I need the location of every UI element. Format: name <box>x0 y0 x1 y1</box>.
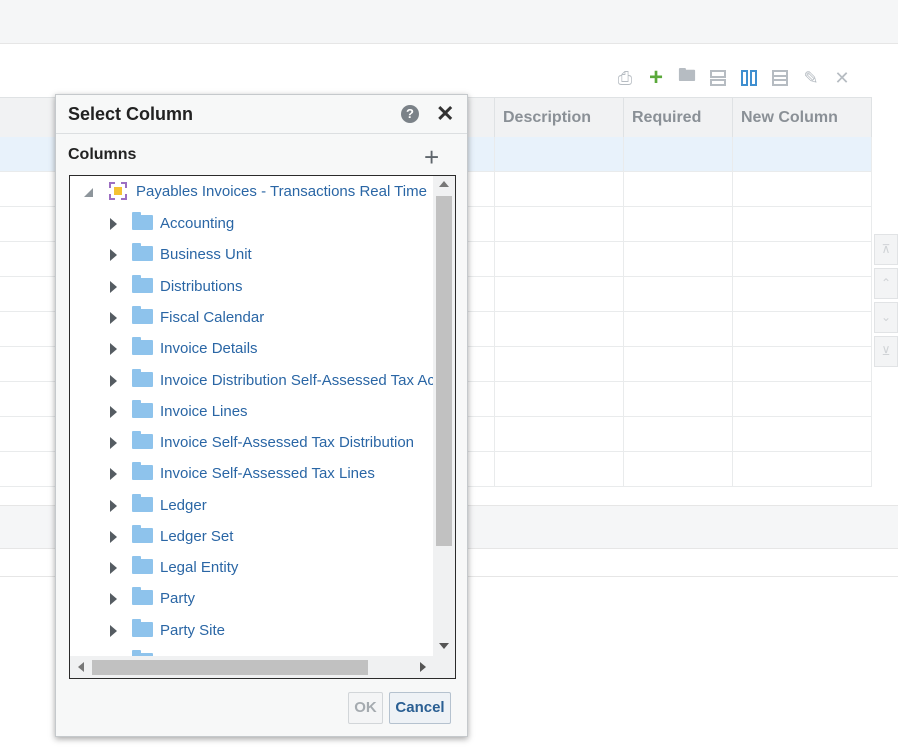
move-bottom-icon[interactable]: ⊻ <box>874 336 898 367</box>
help-icon[interactable]: ? <box>401 105 419 123</box>
tree-item-label[interactable]: Distributions <box>160 278 243 295</box>
expand-triangle-icon[interactable] <box>110 218 117 230</box>
header-required[interactable]: Required <box>623 98 732 137</box>
header-description[interactable]: Description <box>494 98 623 137</box>
tree-item[interactable]: Invoice Lines <box>70 400 433 423</box>
folder-icon <box>132 400 153 418</box>
folder-icon <box>132 619 153 637</box>
tree-item-label[interactable]: Business Unit <box>160 246 252 263</box>
tree-root-node[interactable]: Payables Invoices - Transactions Real Ti… <box>70 181 433 203</box>
vertical-scrollbar[interactable] <box>433 176 455 656</box>
rows-icon[interactable] <box>705 65 731 91</box>
edit-icon[interactable]: ✎ <box>798 65 824 91</box>
tree-item[interactable]: Ledger <box>70 494 433 517</box>
folder-icon <box>132 431 153 449</box>
expand-triangle-icon[interactable] <box>110 281 117 293</box>
tree-item-label[interactable]: Invoice Self-Assessed Tax Lines <box>160 465 375 482</box>
scrollbar-thumb[interactable] <box>436 196 452 546</box>
close-icon[interactable]: ✕ <box>436 101 454 127</box>
folder-icon <box>132 494 153 512</box>
tree-item-label[interactable]: Invoice Lines <box>160 403 248 420</box>
tree-item-label[interactable]: Invoice Details <box>160 340 258 357</box>
horizontal-scrollbar[interactable] <box>70 656 455 678</box>
folder-icon <box>132 306 153 324</box>
cancel-button[interactable]: Cancel <box>389 692 451 724</box>
tree-item[interactable]: Party Site <box>70 619 433 642</box>
columns-icon[interactable] <box>736 65 762 91</box>
folder-icon <box>132 462 153 480</box>
scroll-right-icon[interactable] <box>420 662 426 672</box>
folder-icon <box>132 587 153 605</box>
tree-item[interactable]: Business Unit <box>70 243 433 266</box>
expand-triangle-icon[interactable] <box>110 312 117 324</box>
tree-item[interactable]: Invoice Details <box>70 337 433 360</box>
tree-item[interactable]: Legal Entity <box>70 556 433 579</box>
tree-item[interactable]: Accounting <box>70 212 433 235</box>
dialog-title: Select Column <box>68 104 194 124</box>
folder-icon <box>132 337 153 355</box>
folder-icon <box>132 369 153 387</box>
folder-icon <box>132 243 153 261</box>
tree-item[interactable]: Party <box>70 587 433 610</box>
print-icon[interactable]: ⎙ <box>612 65 638 91</box>
tree-item-label[interactable]: Invoice Distribution Self-Assessed Tax A… <box>160 372 433 389</box>
scroll-up-icon[interactable] <box>439 181 449 187</box>
tree-item[interactable]: Ledger Set <box>70 525 433 548</box>
tree-item[interactable]: Invoice Self-Assessed Tax Distribution <box>70 431 433 454</box>
folder-icon <box>132 275 153 293</box>
add-icon[interactable]: + <box>424 144 439 170</box>
expand-triangle-icon[interactable] <box>110 593 117 605</box>
tree-item-label[interactable]: Fiscal Calendar <box>160 309 264 326</box>
expand-triangle-icon[interactable] <box>110 343 117 355</box>
tree-item[interactable]: Invoice Distribution Self-Assessed Tax A… <box>70 369 433 392</box>
expand-triangle-icon[interactable] <box>110 562 117 574</box>
scroll-down-icon[interactable] <box>439 643 449 649</box>
expand-triangle-icon[interactable] <box>110 500 117 512</box>
collapse-triangle-icon[interactable] <box>84 188 93 197</box>
folder-icon[interactable]: 🖿 <box>674 65 700 91</box>
tree-item-label[interactable]: Ledger Set <box>160 528 233 545</box>
column-tree[interactable]: Payables Invoices - Transactions Real Ti… <box>69 175 456 679</box>
row-move-buttons: ⊼ ⌃ ⌄ ⊻ <box>874 234 898 370</box>
tree-item[interactable]: Fiscal Calendar <box>70 306 433 329</box>
move-up-icon[interactable]: ⌃ <box>874 268 898 299</box>
expand-triangle-icon[interactable] <box>110 249 117 261</box>
expand-triangle-icon[interactable] <box>110 468 117 480</box>
tree-item[interactable]: Distributions <box>70 275 433 298</box>
delete-icon[interactable]: ✕ <box>829 65 855 91</box>
move-down-icon[interactable]: ⌄ <box>874 302 898 333</box>
tree-item[interactable]: Invoice Self-Assessed Tax Lines <box>70 462 433 485</box>
expand-triangle-icon[interactable] <box>110 625 117 637</box>
scroll-left-icon[interactable] <box>78 662 84 672</box>
folder-icon <box>132 525 153 543</box>
add-icon[interactable]: + <box>643 64 669 91</box>
tree-item-label[interactable]: Party Site <box>160 622 225 639</box>
expand-triangle-icon[interactable] <box>110 375 117 387</box>
tree-item-label[interactable]: Party <box>160 590 195 607</box>
tree-root-label[interactable]: Payables Invoices - Transactions Real Ti… <box>136 183 427 200</box>
header-new-column[interactable]: New Column <box>732 98 872 137</box>
select-column-dialog: Select Column ? ✕ Columns + Payables Inv… <box>55 94 468 737</box>
columns-label: Columns <box>68 146 137 163</box>
expand-triangle-icon[interactable] <box>110 531 117 543</box>
tree-item-label[interactable]: Ledger <box>160 497 207 514</box>
scrollbar-thumb[interactable] <box>92 660 368 675</box>
tree-item-label[interactable]: Legal Entity <box>160 559 238 576</box>
top-header-band <box>0 0 898 44</box>
expand-triangle-icon[interactable] <box>110 437 117 449</box>
table-toolbar: ⎙ + 🖿 ✎ ✕ <box>612 64 860 92</box>
detach-icon[interactable] <box>767 65 793 91</box>
ok-button[interactable]: OK <box>348 692 383 724</box>
tree-item-label[interactable]: Accounting <box>160 215 234 232</box>
dialog-header: Select Column ? ✕ <box>56 95 467 134</box>
move-top-icon[interactable]: ⊼ <box>874 234 898 265</box>
folder-icon <box>132 212 153 230</box>
tree-item-label[interactable]: Invoice Self-Assessed Tax Distribution <box>160 434 414 451</box>
subject-area-icon <box>109 182 127 200</box>
folder-icon <box>132 556 153 574</box>
expand-triangle-icon[interactable] <box>110 406 117 418</box>
tree-viewport: Payables Invoices - Transactions Real Ti… <box>70 176 433 656</box>
